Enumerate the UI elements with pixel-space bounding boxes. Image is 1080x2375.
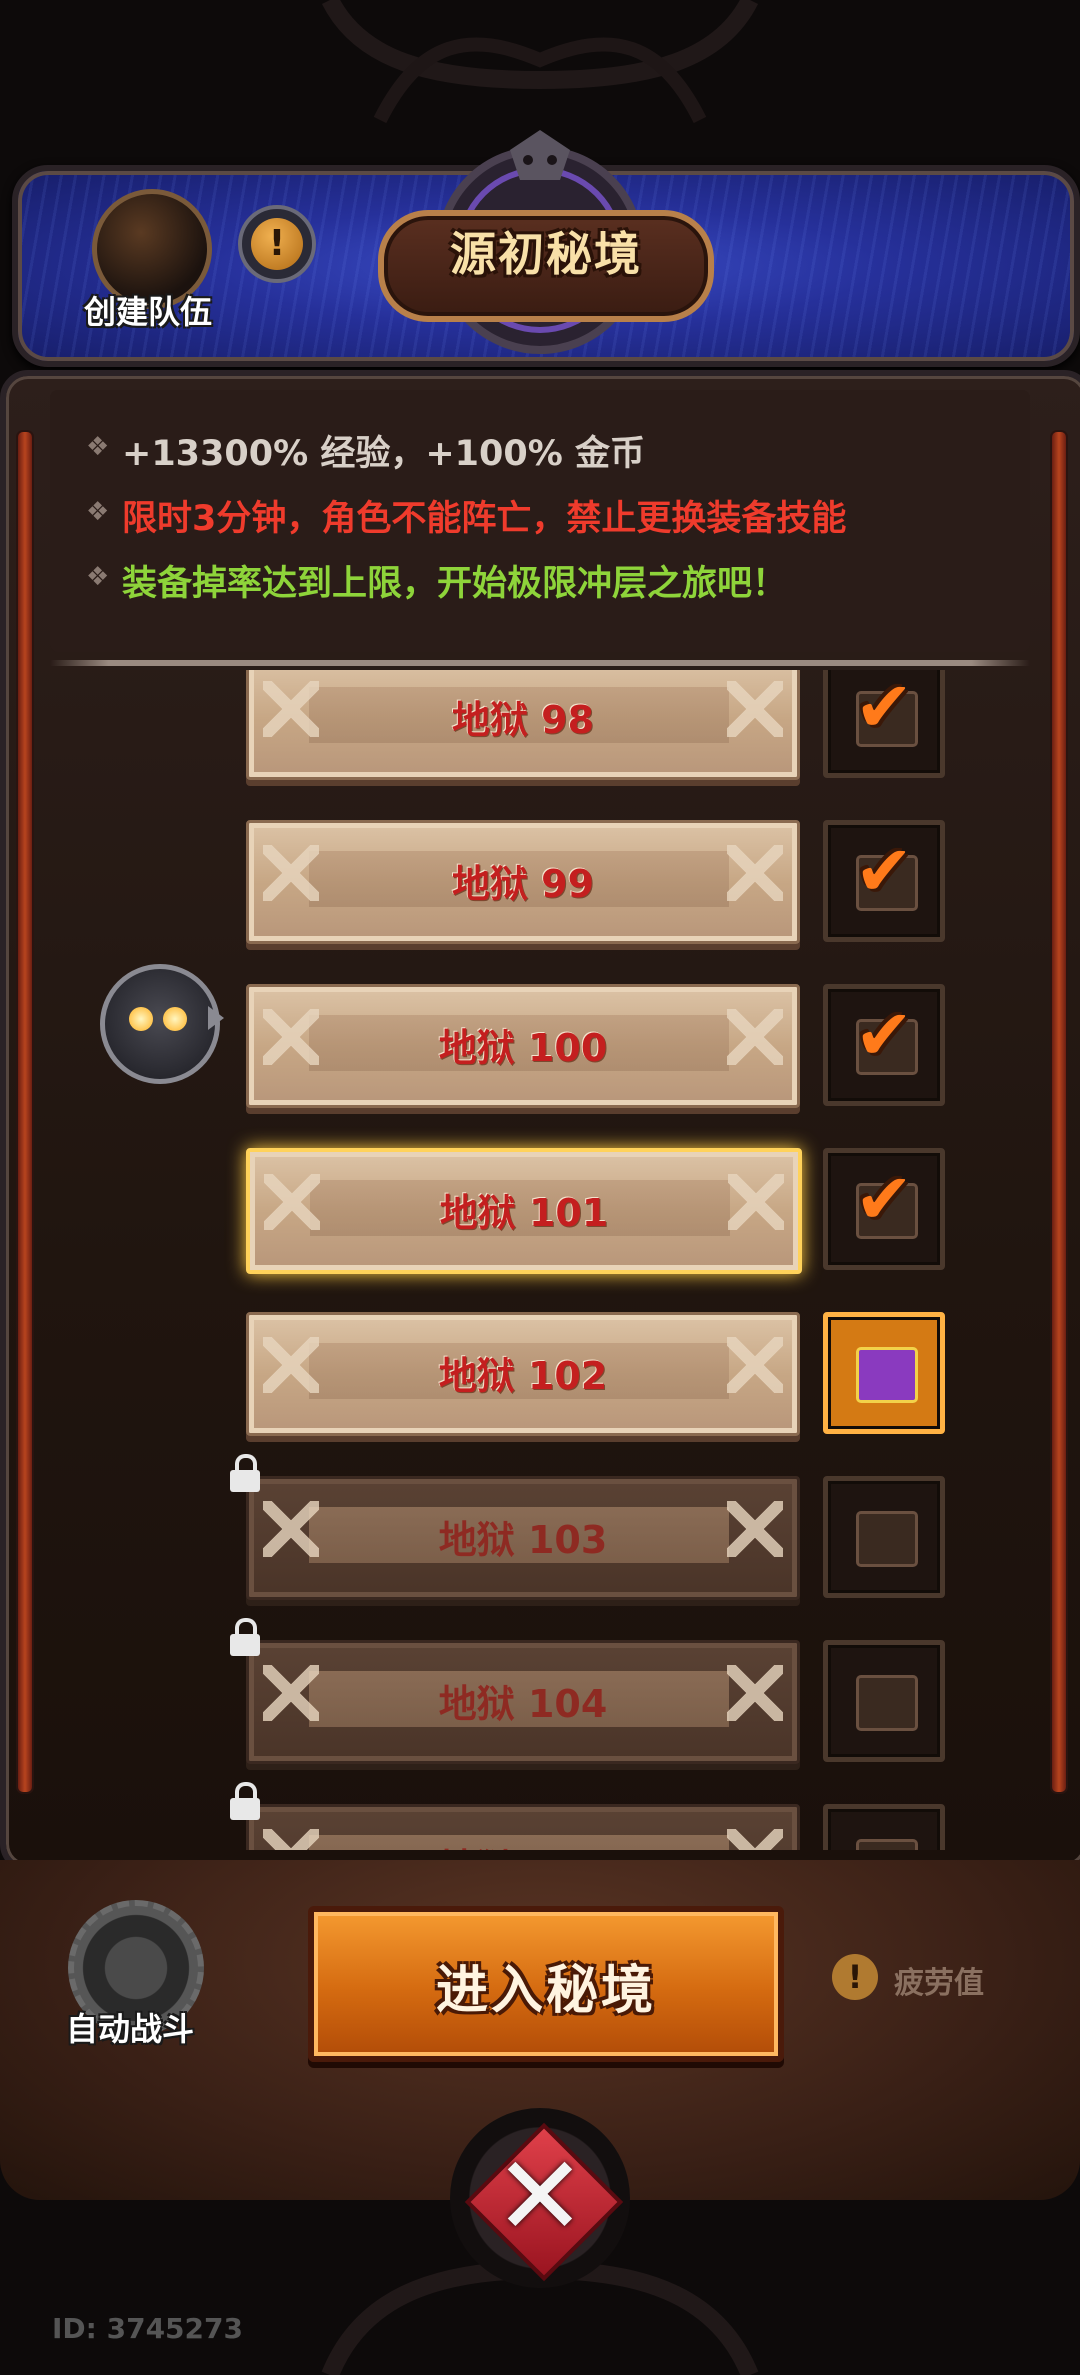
treasure-chest-icon bbox=[856, 1675, 918, 1731]
level-button[interactable]: 地狱 104 bbox=[246, 1640, 800, 1764]
auto-battle-label: 自动战斗 bbox=[65, 2010, 194, 2048]
current-floor-marker-avatar bbox=[100, 964, 220, 1084]
diamond-bullet-icon: ❖ bbox=[86, 497, 110, 527]
create-team-label: 创建队伍 bbox=[83, 293, 212, 331]
level-button[interactable]: 地狱 102 bbox=[246, 1312, 800, 1436]
treasure-chest-icon bbox=[856, 1839, 918, 1850]
info-line-drop-rate: ❖ 装备掉率达到上限，开始极限冲层之旅吧！ bbox=[86, 555, 788, 611]
info-line-rules: ❖ 限时3分钟，角色不能阵亡，禁止更换装备技能 bbox=[86, 490, 847, 546]
info-line-text: 限时3分钟，角色不能阵亡，禁止更换装备技能 bbox=[122, 499, 847, 539]
marker-pointer-icon bbox=[208, 1006, 224, 1030]
level-row: 地狱 103 bbox=[40, 1454, 1040, 1626]
level-list[interactable]: 地狱 98 ✔ 地狱 99 ✔ 地狱 100 ✔ 地狱 101 ✔ 地狱 102 地狱 103 地狱… bbox=[40, 670, 1040, 1850]
reward-chest-button[interactable] bbox=[823, 1312, 945, 1434]
lock-icon bbox=[230, 1454, 260, 1492]
level-label: 地狱 98 bbox=[451, 698, 595, 742]
exclamation-icon: ! bbox=[832, 1954, 878, 2000]
lock-icon bbox=[230, 1782, 260, 1820]
level-button[interactable]: 地狱 103 bbox=[246, 1476, 800, 1600]
level-row: 地狱 104 bbox=[40, 1618, 1040, 1790]
treasure-chest-icon bbox=[856, 1347, 918, 1403]
enter-dungeon-button[interactable]: 进入秘境 bbox=[308, 1906, 784, 2062]
checkmark-icon: ✔ bbox=[854, 1158, 914, 1240]
level-label: 地狱 101 bbox=[439, 1191, 609, 1235]
reward-chest-button[interactable]: ✔ bbox=[823, 820, 945, 942]
checkmark-icon: ✔ bbox=[854, 670, 914, 748]
level-row: 地狱 102 bbox=[40, 1312, 1040, 1462]
level-button[interactable]: 地狱 101 bbox=[246, 1148, 802, 1274]
page-title: 源初秘境 bbox=[450, 227, 642, 281]
avatar-eye-icon bbox=[129, 1007, 153, 1031]
reward-chest-button[interactable]: ✔ bbox=[823, 984, 945, 1106]
level-button[interactable]: 地狱 98 bbox=[246, 670, 800, 780]
diamond-bullet-icon: ❖ bbox=[86, 562, 110, 592]
reward-chest-button[interactable] bbox=[823, 1640, 945, 1762]
left-rail bbox=[16, 430, 34, 1794]
info-line-text: 装备掉率达到上限，开始极限冲层之旅吧！ bbox=[122, 564, 788, 604]
reward-chest-button[interactable]: ✔ bbox=[823, 1148, 945, 1270]
lock-icon bbox=[230, 1618, 260, 1656]
right-rail bbox=[1050, 430, 1068, 1794]
level-row: 地狱 99 ✔ bbox=[40, 820, 1040, 970]
auto-battle-button[interactable]: 自动战斗 bbox=[60, 1900, 204, 2050]
avatar-eye-icon bbox=[163, 1007, 187, 1031]
player-id: ID: 3745273 bbox=[52, 2312, 243, 2345]
close-icon: ✕ bbox=[493, 2132, 587, 2260]
level-label: 地狱 99 bbox=[451, 862, 595, 906]
level-button[interactable]: 地狱 99 bbox=[246, 820, 800, 944]
info-button[interactable]: ! bbox=[238, 205, 316, 283]
level-label: 地狱 100 bbox=[438, 1026, 608, 1070]
level-row: 地狱 101 ✔ bbox=[40, 1148, 1040, 1298]
enter-dungeon-label: 进入秘境 bbox=[435, 1961, 656, 2021]
level-row: 地狱 98 ✔ bbox=[40, 670, 1040, 806]
level-label: 地狱 103 bbox=[438, 1518, 608, 1562]
fatigue-label: 疲劳值 bbox=[894, 1966, 984, 2001]
info-line-text: +13300% 经验，+100% 金币 bbox=[122, 434, 645, 474]
checkmark-icon: ✔ bbox=[854, 830, 914, 912]
level-button[interactable]: 地狱 105 bbox=[246, 1804, 800, 1850]
reward-chest-button[interactable] bbox=[823, 1804, 945, 1850]
level-label: 地狱 104 bbox=[438, 1682, 608, 1726]
level-row: 地狱 105 bbox=[40, 1782, 1040, 1850]
reward-chest-button[interactable]: ✔ bbox=[823, 670, 945, 778]
create-team-button[interactable]: 创建队伍 bbox=[78, 185, 218, 335]
close-button[interactable]: ✕ bbox=[450, 2108, 630, 2288]
reward-chest-button[interactable] bbox=[823, 1476, 945, 1598]
level-label: 地狱 105 bbox=[249, 1837, 797, 1850]
level-button[interactable]: 地狱 100 bbox=[246, 984, 800, 1108]
level-label: 地狱 102 bbox=[438, 1354, 608, 1398]
diamond-bullet-icon: ❖ bbox=[86, 432, 110, 462]
checkmark-icon: ✔ bbox=[854, 994, 914, 1076]
treasure-chest-icon bbox=[856, 1511, 918, 1567]
info-line-bonus: ❖ +13300% 经验，+100% 金币 bbox=[86, 425, 645, 481]
divider bbox=[50, 660, 1030, 666]
exclamation-icon: ! bbox=[251, 218, 303, 270]
